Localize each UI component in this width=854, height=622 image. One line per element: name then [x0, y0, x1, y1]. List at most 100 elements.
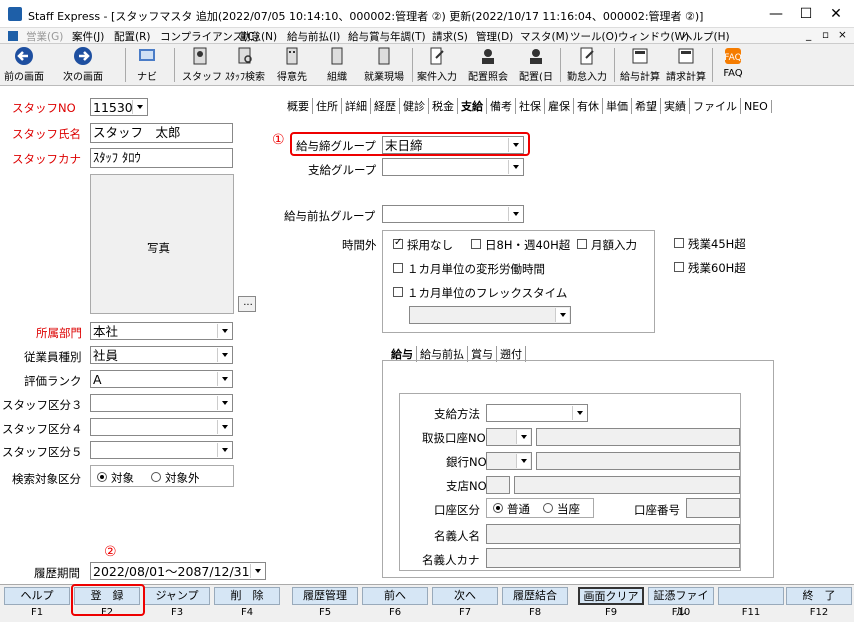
menu-item-billing[interactable]: 請求(S) — [432, 29, 468, 44]
tab-neo[interactable]: NEO — [741, 100, 772, 113]
prev-f6-button[interactable]: 前へ — [362, 587, 428, 605]
tab-social-ins[interactable]: 社保 — [516, 98, 545, 114]
menu-item-payroll[interactable]: 給与賞与年調(T) — [348, 29, 426, 44]
exit-f12-button[interactable]: 終 了 — [786, 587, 852, 605]
tab-wish[interactable]: 希望 — [632, 98, 661, 114]
menu-item-sales[interactable]: 営業(G) — [26, 29, 63, 44]
tab-career[interactable]: 経歴 — [371, 98, 400, 114]
f3-label: F3 — [170, 607, 184, 618]
menu-item-case[interactable]: 案件(J) — [72, 29, 104, 44]
current-radio[interactable] — [543, 503, 553, 513]
faq-button[interactable]: FAQ FAQ — [718, 46, 748, 79]
evidence-f10-button[interactable]: 証憑ファイル — [648, 587, 714, 618]
over45-checkbox[interactable] — [674, 238, 684, 248]
minimize-button[interactable]: — — [762, 4, 790, 24]
dept-select[interactable]: 本社 — [90, 322, 233, 340]
next-screen-button[interactable]: 次の画面 — [60, 46, 106, 83]
pay-group-select[interactable] — [382, 158, 524, 176]
over60-checkbox[interactable] — [674, 262, 684, 272]
tab-overview[interactable]: 概要 — [284, 98, 313, 114]
next-f7-button[interactable]: 次へ — [432, 587, 498, 605]
emp-type-select[interactable]: 社員 — [90, 346, 233, 364]
tab-unit-price[interactable]: 単価 — [603, 98, 632, 114]
account-number-input[interactable] — [686, 498, 740, 518]
staff-name-input[interactable]: スタッフ 太郎 — [90, 123, 233, 143]
help-f1-button[interactable]: ヘルプ — [4, 587, 70, 605]
branch-no-input[interactable] — [486, 476, 510, 494]
organization-icon — [331, 47, 343, 65]
tab-detail[interactable]: 詳細 — [342, 98, 371, 114]
menu-item-assign[interactable]: 配置(R) — [114, 29, 151, 44]
staff-no-select[interactable]: 115305 — [90, 98, 148, 116]
adopt-none-checkbox[interactable]: ✓ — [393, 237, 403, 249]
history-f5-button[interactable]: 履歴管理 — [292, 587, 358, 605]
payroll-calc-button[interactable]: 給与計算 — [618, 46, 662, 83]
tab-tax[interactable]: 税金 — [429, 98, 458, 114]
menu-item-window[interactable]: ウィンドウ(W) — [618, 29, 689, 44]
case-input-button[interactable]: 案件入力 — [416, 46, 458, 83]
monthly-flextime-checkbox[interactable] — [393, 287, 403, 297]
cat3-select[interactable] — [90, 394, 233, 412]
menu-item-admin[interactable]: 管理(D) — [476, 29, 513, 44]
organization-button[interactable]: 組織 — [322, 46, 352, 83]
salary-panel: 支給方法 取扱口座NO 銀行NO 支店NO 口座区分 普通 当座 口座番号 名義… — [382, 360, 774, 578]
search-on-radio[interactable] — [97, 472, 107, 482]
menu-item-tools[interactable]: ツール(O) — [570, 29, 618, 44]
mdi-restore-icon[interactable]: ▫ — [822, 29, 829, 41]
d8w40-checkbox[interactable] — [471, 239, 481, 249]
monthly-input-checkbox[interactable] — [577, 239, 587, 249]
tab-file[interactable]: ファイル — [690, 98, 741, 114]
tab-results[interactable]: 実績 — [661, 98, 690, 114]
tab-remarks[interactable]: 備考 — [487, 98, 516, 114]
bank-no-select[interactable] — [486, 452, 532, 470]
period-select[interactable]: 2022/08/01～2087/12/31 ; — [90, 562, 266, 580]
cat4-select[interactable] — [90, 418, 233, 436]
tab-employment-ins[interactable]: 雇保 — [545, 98, 574, 114]
mdi-close-icon[interactable]: × — [838, 29, 847, 41]
tab-payment[interactable]: 支給 — [458, 98, 487, 114]
delete-f4-button[interactable]: 削 除 — [214, 587, 280, 605]
jump-f3-button[interactable]: ジャンプ — [144, 587, 210, 605]
holder-kana-input[interactable] — [486, 548, 740, 568]
staff-button[interactable]: スタッフ — [182, 46, 222, 83]
staff-search-button[interactable]: ｽﾀｯﾌ検索 — [222, 46, 268, 83]
merge-f8-button[interactable]: 履歴結合 — [502, 587, 568, 605]
branch-name-field — [514, 476, 740, 494]
customer-button[interactable]: 得意先 — [274, 46, 310, 83]
work-site-button[interactable]: 就業現場 — [362, 46, 406, 83]
assign-daily-button[interactable]: 配置(日 — [516, 46, 556, 83]
monthly-variable-checkbox[interactable] — [393, 263, 403, 273]
menu-item-advance[interactable]: 給与前払(I) — [287, 29, 340, 44]
rank-select[interactable]: A — [90, 370, 233, 388]
cat4-label: スタッフ区分４ — [2, 422, 83, 436]
mdi-minimize-icon[interactable]: _ — [806, 29, 811, 41]
ordinary-radio[interactable] — [493, 503, 503, 513]
advance-group-select[interactable] — [382, 205, 524, 223]
menu-item-attendance[interactable]: 勤怠(N) — [240, 29, 277, 44]
cat5-select[interactable] — [90, 441, 233, 459]
billing-calc-button[interactable]: 請求計算 — [664, 46, 708, 83]
tab-paid-leave[interactable]: 有休 — [574, 98, 603, 114]
pay-method-select[interactable] — [486, 404, 588, 422]
close-button[interactable]: ✕ — [822, 4, 850, 24]
search-off-radio[interactable] — [151, 472, 161, 482]
clear-f9-button[interactable]: 画面クリア — [578, 587, 644, 605]
attendance-input-button[interactable]: 勤怠入力 — [566, 46, 608, 83]
close-group-select[interactable]: 末日締 — [382, 136, 524, 154]
assign-inquiry-button[interactable]: 配置照会 — [466, 46, 510, 83]
photo-browse-button[interactable]: ... — [238, 296, 256, 312]
d8w40-label: 日8H・週40H超 — [485, 238, 571, 252]
f11-button[interactable] — [718, 587, 784, 605]
staff-kana-input[interactable]: ｽﾀｯﾌ ﾀﾛｳ — [90, 148, 233, 168]
tab-address[interactable]: 住所 — [313, 98, 342, 114]
tab-health[interactable]: 健診 — [400, 98, 429, 114]
menu-item-help[interactable]: ヘルプ(H) — [682, 29, 730, 44]
close-group-label: 給与締グループ — [296, 139, 376, 153]
prev-screen-button[interactable]: 前の画面 — [4, 46, 44, 83]
account-no-select[interactable] — [486, 428, 532, 446]
menu-item-master[interactable]: マスタ(M) — [520, 29, 569, 44]
holder-name-input[interactable] — [486, 524, 740, 544]
navi-button[interactable]: ナビ — [132, 46, 162, 83]
flextime-select[interactable] — [409, 306, 571, 324]
maximize-button[interactable]: ☐ — [792, 4, 820, 24]
